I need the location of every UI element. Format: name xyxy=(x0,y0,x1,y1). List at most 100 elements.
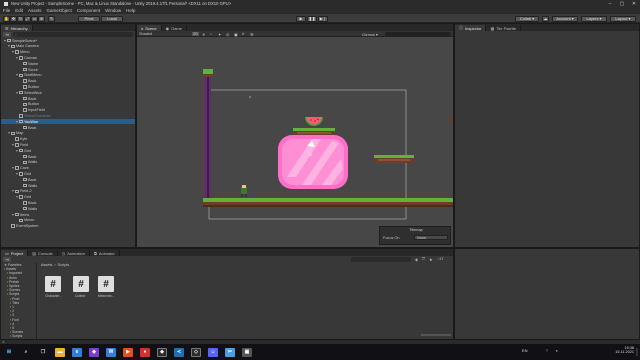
close-icon[interactable]: ✕ xyxy=(630,1,638,7)
hierarchy-item[interactable]: ▼ YouWon xyxy=(1,119,135,125)
show-desktop-button[interactable] xyxy=(636,348,638,356)
hierarchy-item[interactable]: ▼ Main Camera xyxy=(1,44,135,49)
hierarchy-item[interactable]: Back xyxy=(1,125,135,130)
hierarchy-item[interactable]: Button xyxy=(1,102,135,107)
visual-studio-icon[interactable]: ◆ xyxy=(89,347,99,357)
collab-dropdown[interactable]: Collab ▾ xyxy=(515,15,539,22)
hierarchy-item[interactable]: ▼ Grid xyxy=(1,148,135,153)
hierarchy-item[interactable]: Back xyxy=(1,200,135,205)
hierarchy-item[interactable]: InputField xyxy=(1,108,135,113)
menu-help[interactable]: Help xyxy=(126,8,135,13)
script-file-character[interactable]: # Character... xyxy=(45,276,65,306)
audio-icon[interactable]: ♪ xyxy=(210,32,212,36)
volume-icon[interactable]: 🔈︎ xyxy=(556,348,558,353)
gizmos-dropdown[interactable]: Gizmos ▾ xyxy=(362,32,378,37)
tab-inspector[interactable]: ⓘ Inspector xyxy=(455,25,487,31)
script-file-collect[interactable]: # Collect xyxy=(73,276,93,306)
media-icon[interactable]: ▶ xyxy=(123,347,133,357)
shading-mode-dropdown[interactable]: Shaded xyxy=(139,32,152,36)
step-button[interactable]: ▶❘ xyxy=(318,15,328,22)
hierarchy-item[interactable]: Name xyxy=(1,61,135,66)
menu-gameobject[interactable]: GameObject xyxy=(47,8,72,13)
icon-size-slider[interactable] xyxy=(421,334,451,336)
transform-tool-icon[interactable]: ⊕ xyxy=(38,15,45,22)
hierarchy-item[interactable]: ▼ Items xyxy=(1,212,135,217)
layers-dropdown[interactable]: Layers ▾ xyxy=(581,15,607,22)
hierarchy-item[interactable]: ▼ Field-2 xyxy=(1,189,135,194)
layout-dropdown[interactable]: Layout ▾ xyxy=(610,15,636,22)
hierarchy-item[interactable]: Kyle xyxy=(1,137,135,142)
app-icon[interactable]: ● xyxy=(140,347,150,357)
maximize-icon[interactable]: ▢ xyxy=(618,1,626,7)
unity-hub-icon[interactable]: ◇ xyxy=(191,347,201,357)
screenshot-tool-icon[interactable]: ✂ xyxy=(225,347,235,357)
rotate-tool-icon[interactable]: ↻ xyxy=(17,15,24,22)
menu-component[interactable]: Component xyxy=(77,8,100,13)
effects-icon[interactable]: ✦ xyxy=(218,32,221,37)
menu-assets[interactable]: Assets xyxy=(28,8,42,13)
grid-toggle-icon[interactable]: # xyxy=(242,32,244,36)
hierarchy-item[interactable]: Back xyxy=(1,96,135,101)
focus-on-dropdown[interactable]: None xyxy=(414,235,448,240)
hierarchy-item[interactable]: ▼ Menu xyxy=(1,50,135,55)
hierarchy-item[interactable]: Walls xyxy=(1,160,135,165)
pivot-toggle[interactable]: Pivot xyxy=(78,15,100,22)
network-icon[interactable]: ⌔ xyxy=(545,348,549,354)
hierarchy-item[interactable]: Melon xyxy=(1,218,135,223)
hierarchy-item[interactable]: ▼ SelectNick xyxy=(1,90,135,95)
breadcrumb-assets[interactable]: Assets xyxy=(41,263,52,268)
filter-type-icon[interactable]: ◈ xyxy=(415,257,418,262)
local-toggle[interactable]: Local xyxy=(101,15,123,22)
language-indicator[interactable]: EN xyxy=(522,348,528,353)
breadcrumb-scripts[interactable]: Scripts xyxy=(58,263,70,268)
warning-icon[interactable]: ⚠ xyxy=(2,340,5,344)
hierarchy-item[interactable]: Walls xyxy=(1,183,135,188)
account-dropdown[interactable]: Account ▾ xyxy=(552,15,578,22)
hierarchy-item[interactable]: ▼ Grid xyxy=(1,195,135,200)
hierarchy-item[interactable]: ▼ Map xyxy=(1,131,135,136)
favorite-icon[interactable]: ★ xyxy=(429,257,432,262)
minimize-icon[interactable]: – xyxy=(606,1,614,7)
hierarchy-item[interactable]: Button xyxy=(1,84,135,89)
hierarchy-search-input[interactable]: ⌕ xyxy=(13,32,133,37)
cloud-icon[interactable]: ☁ xyxy=(542,15,549,22)
tab-animator[interactable]: ⧉ Animator xyxy=(90,250,120,256)
play-button[interactable]: ▶ xyxy=(296,15,306,22)
hierarchy-item[interactable]: Back xyxy=(1,154,135,159)
hierarchy-item[interactable]: Walls xyxy=(1,206,135,211)
camera-icon[interactable]: ▣ xyxy=(234,32,238,37)
app-icon-2[interactable]: ▣ xyxy=(242,347,252,357)
file-explorer-icon[interactable]: ▬ xyxy=(55,347,65,357)
tab-console[interactable]: ▤ Console xyxy=(28,250,58,256)
search-icon[interactable]: ⌕ xyxy=(21,348,31,357)
tools-icon[interactable]: ⚒ xyxy=(250,32,253,37)
menu-file[interactable]: File xyxy=(3,8,10,13)
lighting-icon[interactable]: ☀ xyxy=(202,32,205,37)
hand-tool-icon[interactable]: ✋ xyxy=(3,15,10,22)
unity-icon[interactable]: ◈ xyxy=(157,347,167,357)
hierarchy-item[interactable]: ▼ Grid xyxy=(1,171,135,176)
task-view-icon[interactable]: ❐ xyxy=(38,348,48,357)
tab-tile-palette[interactable]: ▦ Tile Palette xyxy=(486,25,522,31)
rect-tool-icon[interactable]: ▭ xyxy=(31,15,38,22)
hierarchy-item[interactable]: ▼ Canvas xyxy=(1,55,135,60)
project-search-input[interactable] xyxy=(351,257,411,262)
move-tool-icon[interactable]: ✥ xyxy=(10,15,17,22)
hidden-objects-icon[interactable]: ◎ xyxy=(226,32,229,37)
hierarchy-item[interactable]: ▼ StartMenu xyxy=(1,73,135,78)
discord-icon[interactable]: ☺ xyxy=(208,347,218,357)
scene-viewport[interactable]: ☺ Tilemap Focus On None xyxy=(137,37,453,247)
visual-studio-code-icon[interactable]: ≺ xyxy=(174,347,184,357)
custom-tool-icon[interactable]: ✎ xyxy=(48,15,55,22)
word-icon[interactable]: W xyxy=(106,347,116,357)
menu-window[interactable]: Window xyxy=(105,8,121,13)
hierarchy-item[interactable]: SelectCharacter xyxy=(1,113,135,118)
hierarchy-item[interactable]: Back xyxy=(1,79,135,84)
pause-button[interactable]: ❚❚ xyxy=(307,15,317,22)
tab-hierarchy[interactable]: ☰ Hierarchy xyxy=(1,25,33,31)
edge-browser-icon[interactable]: e xyxy=(72,347,82,357)
tab-animation[interactable]: ◷ Animation xyxy=(58,250,90,256)
hierarchy-item[interactable]: ▼ Field xyxy=(1,142,135,147)
hierarchy-item[interactable]: Score xyxy=(1,67,135,72)
scale-tool-icon[interactable]: ⤢ xyxy=(24,15,31,22)
